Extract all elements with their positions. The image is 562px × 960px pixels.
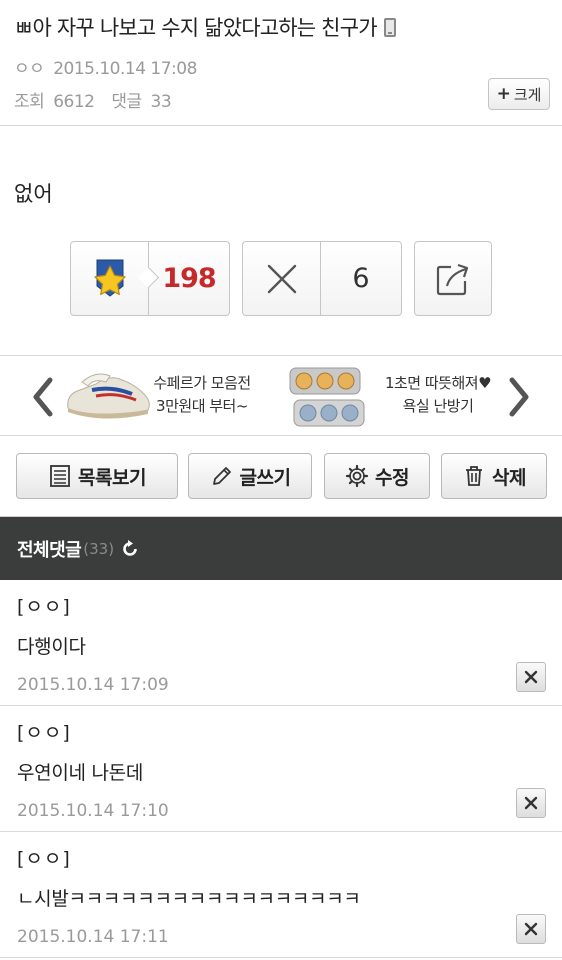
comments-header: 전체댓글 (33) xyxy=(0,517,562,580)
comment-date: 2015.10.14 17:09 xyxy=(17,675,169,695)
comments-label: 댓글 xyxy=(111,92,142,112)
close-icon xyxy=(524,670,538,684)
post-author: ㅇㅇ xyxy=(14,59,45,79)
ad-left-line2: 3만원대 부터~ xyxy=(156,397,248,415)
ad-left-text[interactable]: 수페르가 모음전 3만원대 부터~ xyxy=(142,372,262,418)
comments-count: 33 xyxy=(150,92,172,112)
plus-icon: + xyxy=(496,84,511,104)
list-view-button[interactable]: 목록보기 xyxy=(16,453,178,499)
post-title: ㅃ아 자꾸 나보고 수지 닮았다고하는 친구가 xyxy=(14,12,548,42)
gear-icon xyxy=(345,464,369,488)
dislike-count: 6 xyxy=(352,263,370,294)
ad-right-line2: 욕실 난방기 xyxy=(402,397,474,415)
enlarge-label: 크게 xyxy=(513,85,542,104)
post-date: 2015.10.14 17:08 xyxy=(53,59,197,79)
enlarge-text-button[interactable]: + 크게 xyxy=(488,78,550,110)
like-button[interactable]: 198 xyxy=(70,241,230,316)
comment-author: [ㅇㅇ] xyxy=(17,848,71,870)
comment-date: 2015.10.14 17:11 xyxy=(17,927,169,947)
list-view-label: 목록보기 xyxy=(78,466,146,489)
list-icon xyxy=(50,465,70,487)
post-meta-stats: 조회 6612 댓글 33 xyxy=(14,87,548,112)
x-icon xyxy=(267,264,296,293)
views-count: 6612 xyxy=(53,92,95,112)
comments-title: 전체댓글 xyxy=(17,539,82,561)
write-label: 글쓰기 xyxy=(239,466,291,489)
comment-item: [ㅇㅇ] 우연이네 나돈데 2015.10.14 17:10 xyxy=(0,706,562,832)
chevron-left-icon[interactable] xyxy=(28,376,58,418)
ad-right-text[interactable]: 1초면 따뜻해져♥ 욕실 난방기 xyxy=(378,372,498,418)
comment-item: [ㅇㅇ] 다행이다 2015.10.14 17:09 xyxy=(0,580,562,706)
comment-text: ㄴ시발ㅋㅋㅋㅋㅋㅋㅋㅋㅋㅋㅋㅋㅋㅋㅋㅋㅋ xyxy=(17,888,361,910)
comment-date: 2015.10.14 17:10 xyxy=(17,801,169,821)
trash-icon xyxy=(466,466,483,486)
comment-text: 우연이네 나돈데 xyxy=(17,762,144,784)
post-meta-author-date: ㅇㅇ 2015.10.14 17:08 xyxy=(14,54,548,79)
mobile-phone-icon xyxy=(383,17,396,37)
pencil-icon xyxy=(212,467,231,485)
star-icon xyxy=(93,259,126,297)
delete-label: 삭제 xyxy=(492,466,526,489)
write-button[interactable]: 글쓰기 xyxy=(188,453,312,499)
edit-label: 수정 xyxy=(375,466,409,489)
share-icon xyxy=(436,263,469,295)
sneaker-image[interactable] xyxy=(62,364,154,426)
dislike-button[interactable]: 6 xyxy=(242,241,402,316)
comment-author: [ㅇㅇ] xyxy=(17,722,71,744)
like-star-cell xyxy=(71,242,149,315)
comment-item: [ㅇㅇ] ㄴ시발ㅋㅋㅋㅋㅋㅋㅋㅋㅋㅋㅋㅋㅋㅋㅋㅋㅋ 2015.10.14 17:… xyxy=(0,832,562,958)
ad-banner[interactable]: 수페르가 모음전 3만원대 부터~ 1초면 따뜻해져♥ 욕실 난방기 xyxy=(0,356,562,436)
bathroom-heater-image[interactable] xyxy=(286,364,366,430)
chevron-right-icon[interactable] xyxy=(504,376,534,418)
post-title-text: ㅃ아 자꾸 나보고 수지 닮았다고하는 친구가 xyxy=(14,16,378,40)
views-label: 조회 xyxy=(14,92,45,112)
comment-text: 다행이다 xyxy=(17,636,86,658)
comment-delete-button[interactable] xyxy=(516,788,546,818)
edit-button[interactable]: 수정 xyxy=(324,453,430,499)
post-body: 없어 198 6 xyxy=(0,126,562,356)
post-header: ㅃ아 자꾸 나보고 수지 닮았다고하는 친구가 ㅇㅇ 2015.10.14 17… xyxy=(0,0,562,126)
like-count: 198 xyxy=(162,263,216,294)
action-bar: 목록보기 글쓰기 수정 삭제 xyxy=(0,436,562,517)
comments-total-count: (33) xyxy=(83,539,115,558)
refresh-icon[interactable] xyxy=(120,539,140,559)
comment-delete-button[interactable] xyxy=(516,662,546,692)
dislike-x-cell xyxy=(243,242,321,315)
close-icon xyxy=(524,796,538,810)
post-content: 없어 xyxy=(14,182,53,206)
ad-left-line1: 수페르가 모음전 xyxy=(153,374,251,392)
close-icon xyxy=(524,922,538,936)
share-button[interactable] xyxy=(414,241,492,316)
comment-delete-button[interactable] xyxy=(516,914,546,944)
delete-button[interactable]: 삭제 xyxy=(441,453,547,499)
ad-right-line1: 1초면 따뜻해져♥ xyxy=(384,374,492,392)
comment-author: [ㅇㅇ] xyxy=(17,596,71,618)
